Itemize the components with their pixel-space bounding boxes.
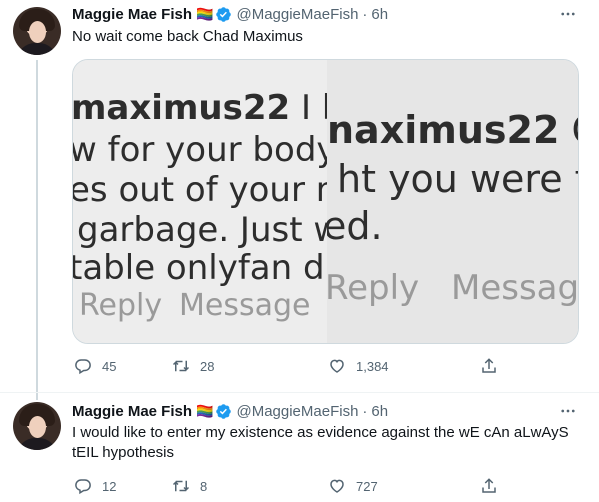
tweet-actions: 45 28 1,384 [72,356,512,376]
heart-icon [330,359,344,373]
reply-button[interactable]: 45 [74,356,116,376]
tweet[interactable]: Maggie Mae Fish 🏳️‍🌈 @MaggieMaeFish · 6h… [0,392,599,502]
media-line: naximus22 Oh [327,108,578,152]
like-count: 1,384 [356,358,389,374]
like-count: 727 [356,478,378,494]
media-line: table onlyfan drop [73,248,327,288]
timestamp[interactable]: 6h [371,6,388,23]
media-message-label: Message [451,268,579,308]
media-line: garbage. Just wait [77,210,327,250]
media-line: w for your body, ar [73,130,327,170]
media-line: maximus22 I litera [73,88,327,128]
separator-dot: · [362,5,368,23]
media-message-label: Message [179,288,311,323]
share-icon [482,478,496,493]
thread-connector-line [36,60,38,400]
more-horizontal-icon[interactable] [557,4,579,24]
timestamp[interactable]: 6h [371,403,388,420]
rainbow-flag-icon: 🏳️‍🌈 [196,402,214,419]
tweet-header: Maggie Mae Fish 🏳️‍🌈 @MaggieMaeFish · 6h [72,4,388,24]
media-reply-label: Reply [79,288,163,323]
media-reply-label: Reply [327,268,420,308]
retweet-count: 28 [200,358,215,374]
retweet-count: 8 [200,478,208,494]
media-line: ht you were tr [337,157,579,201]
tweet-text: No wait come back Chad Maximus [72,28,303,45]
verified-badge-icon [216,403,232,419]
like-button[interactable]: 727 [328,476,378,496]
verified-badge-icon [216,6,232,22]
reply-bubble-icon [75,479,91,495]
like-button[interactable]: 1,384 [328,356,389,376]
rainbow-flag-icon: 🏳️‍🌈 [196,5,214,22]
share-icon [482,358,496,373]
screenshot-panel-right: naximus22 Oh ht you were tr ed. Reply Me… [327,60,579,343]
reply-button[interactable]: 12 [74,476,116,496]
tweet-media-image[interactable]: maximus22 I litera w for your body, ar e… [72,59,579,344]
screenshot-panel-left: maximus22 I litera w for your body, ar e… [73,60,327,343]
reply-count: 12 [102,478,117,494]
author-handle[interactable]: @MaggieMaeFish [236,6,358,23]
author-name[interactable]: Maggie Mae Fish [72,403,192,420]
media-text: Oh [559,108,578,152]
avatar[interactable] [13,7,61,55]
share-button[interactable] [480,476,498,496]
tweet-header: Maggie Mae Fish 🏳️‍🌈 @MaggieMaeFish · 6h [72,401,388,421]
media-line: es out of your mout [73,170,327,210]
tweet[interactable]: Maggie Mae Fish 🏳️‍🌈 @MaggieMaeFish · 6h… [0,0,599,400]
tweet-text: I would like to enter my existence as ev… [72,424,569,461]
retweet-icon [172,480,190,492]
retweet-button[interactable]: 8 [172,476,207,496]
reply-bubble-icon [75,359,91,375]
author-name[interactable]: Maggie Mae Fish [72,6,192,23]
more-horizontal-icon[interactable] [557,401,579,421]
author-handle[interactable]: @MaggieMaeFish [236,403,358,420]
media-line: ed. [327,204,383,248]
retweet-button[interactable]: 28 [172,356,214,376]
tweet-actions: 12 8 727 [72,476,512,496]
media-text: I litera [300,88,327,128]
avatar[interactable] [13,402,61,450]
media-username: naximus22 [327,108,560,152]
share-button[interactable] [480,356,498,376]
retweet-icon [172,360,190,372]
media-username: maximus22 [73,88,291,128]
reply-count: 45 [102,358,117,374]
separator-dot: · [362,402,368,420]
heart-icon [330,479,344,493]
